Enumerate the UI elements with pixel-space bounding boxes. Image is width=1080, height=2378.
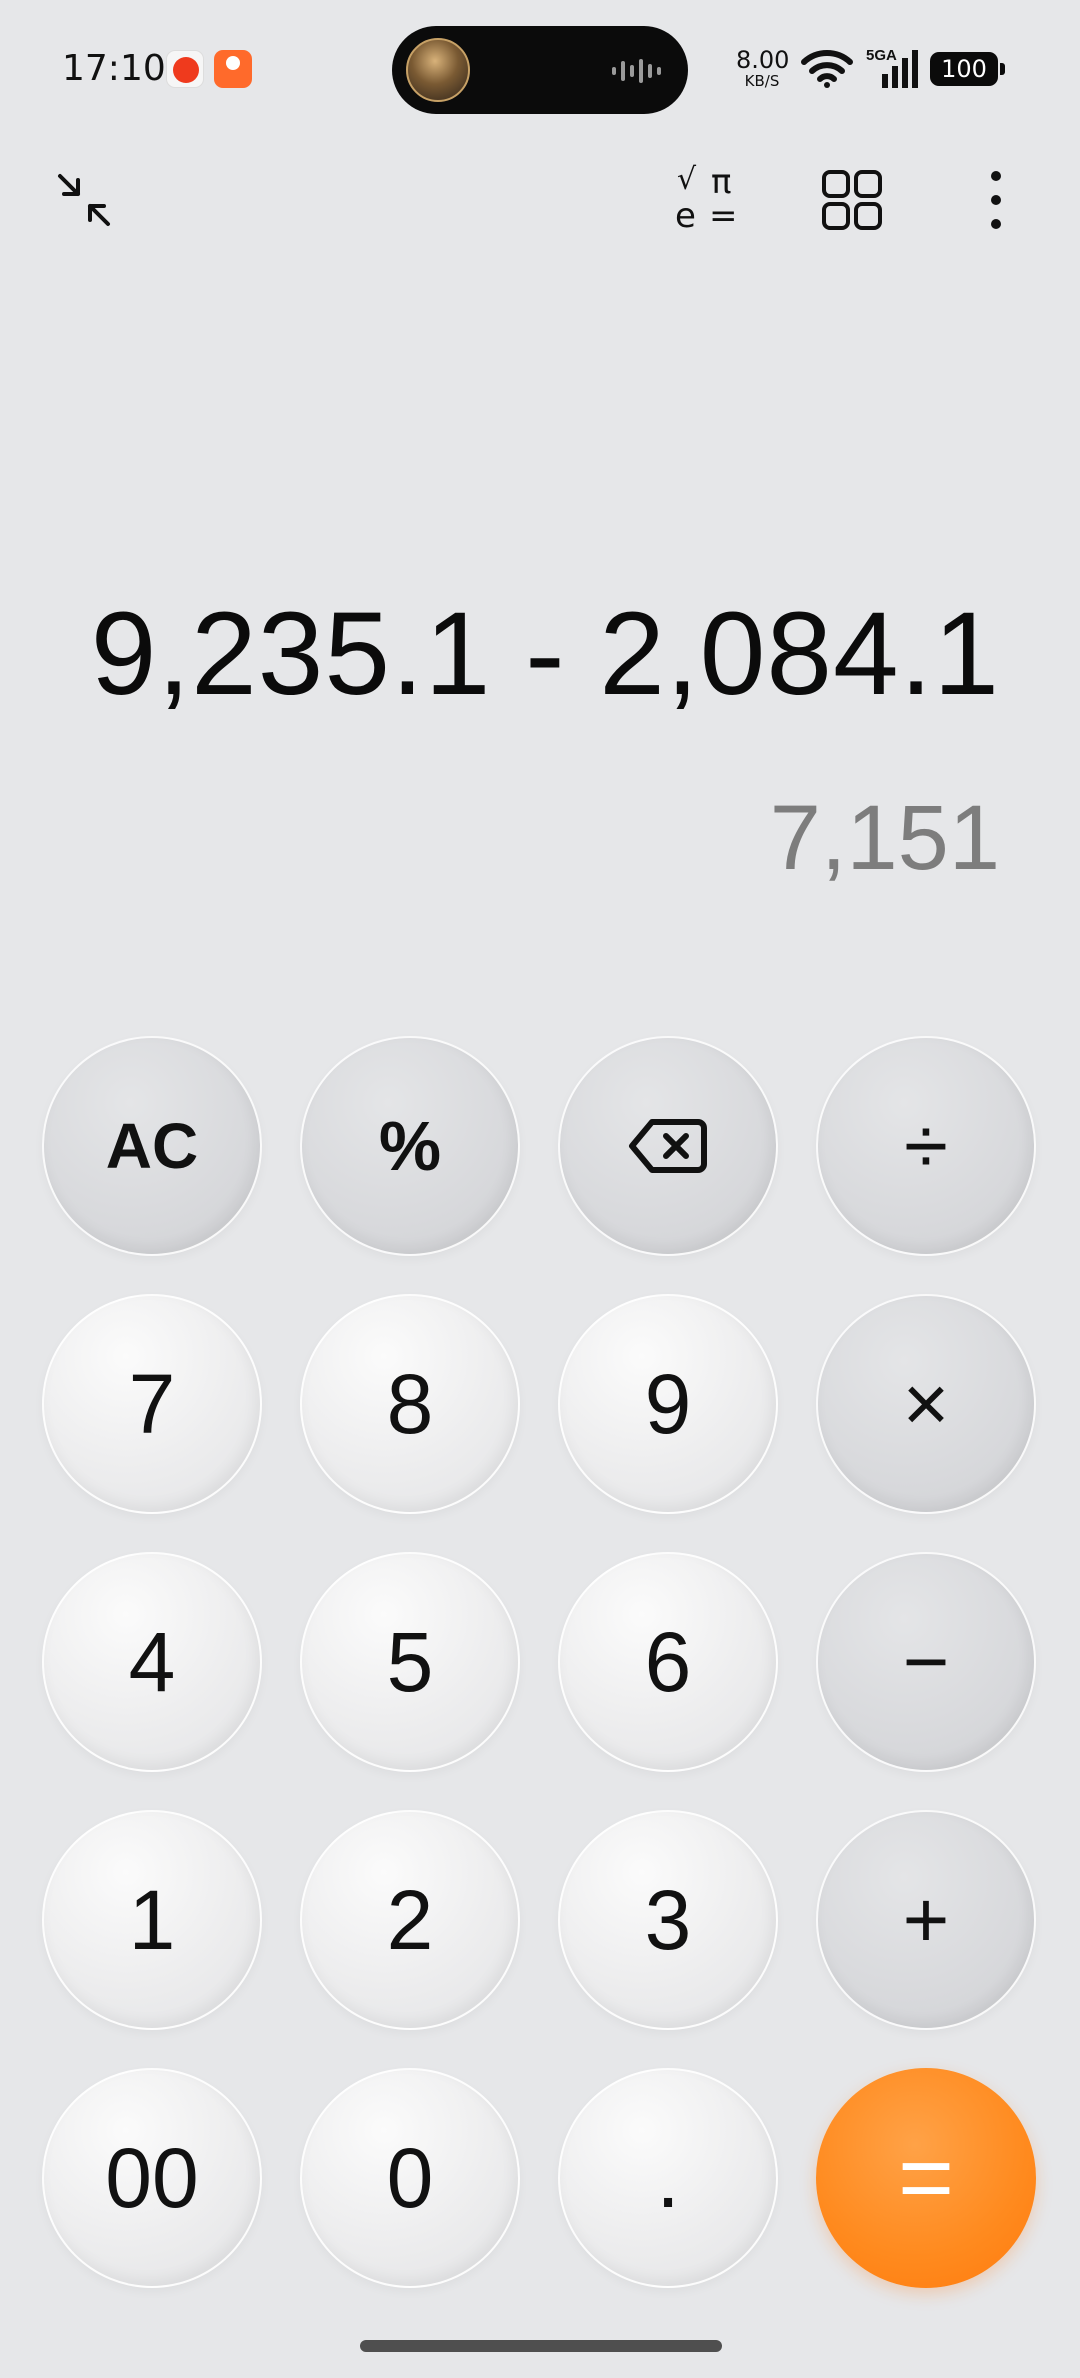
backspace-button[interactable] (558, 1036, 778, 1256)
digit-label: 0 (386, 2131, 434, 2225)
add-label: + (902, 1875, 950, 1964)
backspace-icon (629, 1119, 707, 1173)
digit-1-button[interactable]: 1 (42, 1810, 262, 2030)
digit-7-button[interactable]: 7 (42, 1294, 262, 1514)
notification-app-icon (166, 50, 204, 88)
e-symbol: e (675, 196, 696, 236)
calculator-screen: 17:10 8.00 KB/S 5GA 100 √ π e = 9,235.1 … (0, 0, 1080, 2378)
digit-8-button[interactable]: 8 (300, 1294, 520, 1514)
more-icon (991, 171, 1001, 229)
multiply-label: × (902, 1359, 950, 1448)
media-avatar (406, 38, 470, 102)
audio-wave-icon (612, 59, 661, 83)
digit-6-button[interactable]: 6 (558, 1552, 778, 1772)
collapse-button[interactable] (44, 160, 124, 240)
result-preview: 7,151 (769, 787, 1000, 889)
network-speed-value: 8.00 (736, 46, 790, 74)
more-options-button[interactable] (956, 160, 1036, 240)
digit-label: 2 (386, 1873, 434, 1967)
cellular-signal-icon: 5GA (866, 47, 918, 88)
equals-symbol: = (709, 196, 738, 236)
collapse-icon (58, 174, 110, 226)
digit-label: 5 (386, 1615, 434, 1709)
percent-label: % (378, 1107, 442, 1185)
digit-label: 4 (128, 1615, 176, 1709)
add-button[interactable]: + (816, 1810, 1036, 2030)
digit-4-button[interactable]: 4 (42, 1552, 262, 1772)
digit-0-button[interactable]: 0 (300, 2068, 520, 2288)
double-zero-button[interactable]: 00 (42, 2068, 262, 2288)
divide-button[interactable]: ÷ (816, 1036, 1036, 1256)
multiply-button[interactable]: × (816, 1294, 1036, 1514)
digit-label: 3 (644, 1873, 692, 1967)
clear-label: AC (105, 1110, 199, 1182)
network-speed: 8.00 KB/S (736, 46, 790, 90)
equals-button[interactable]: = (816, 2068, 1036, 2288)
notification-app-icon-2 (214, 50, 252, 88)
converter-grid-button[interactable] (812, 160, 892, 240)
percent-button[interactable]: % (300, 1036, 520, 1256)
digit-label: 6 (644, 1615, 692, 1709)
scientific-mode-icon: √ π e = (673, 165, 743, 235)
digit-2-button[interactable]: 2 (300, 1810, 520, 2030)
battery-indicator: 100 (930, 52, 1005, 86)
signal-label: 5GA (866, 47, 897, 64)
status-bar: 17:10 8.00 KB/S 5GA 100 (0, 0, 1080, 140)
sqrt-symbol: √ (677, 162, 697, 197)
digit-9-button[interactable]: 9 (558, 1294, 778, 1514)
home-indicator[interactable] (360, 2340, 722, 2352)
status-time: 17:10 (62, 48, 166, 89)
digit-label: 1 (128, 1873, 176, 1967)
expression-display: 9,235.1 - 2,084.1 (90, 588, 1000, 720)
digit-3-button[interactable]: 3 (558, 1810, 778, 2030)
divide-label: ÷ (904, 1101, 948, 1190)
subtract-label: − (902, 1617, 950, 1706)
scientific-mode-button[interactable]: √ π e = (668, 160, 748, 240)
digit-label: 9 (644, 1357, 692, 1451)
digit-label: 7 (128, 1357, 176, 1451)
wifi-icon (801, 50, 853, 88)
digit-label: 8 (386, 1357, 434, 1451)
network-speed-unit: KB/S (744, 72, 780, 90)
equals-label: = (897, 2124, 955, 2231)
digit-5-button[interactable]: 5 (300, 1552, 520, 1772)
subtract-button[interactable]: − (816, 1552, 1036, 1772)
pi-symbol: π (711, 162, 732, 202)
digit-label: 00 (105, 2131, 199, 2225)
clear-button[interactable]: AC (42, 1036, 262, 1256)
grid-icon (822, 170, 882, 230)
decimal-point-button[interactable]: . (558, 2068, 778, 2288)
dynamic-island[interactable] (392, 26, 688, 114)
decimal-label: . (656, 2131, 680, 2225)
